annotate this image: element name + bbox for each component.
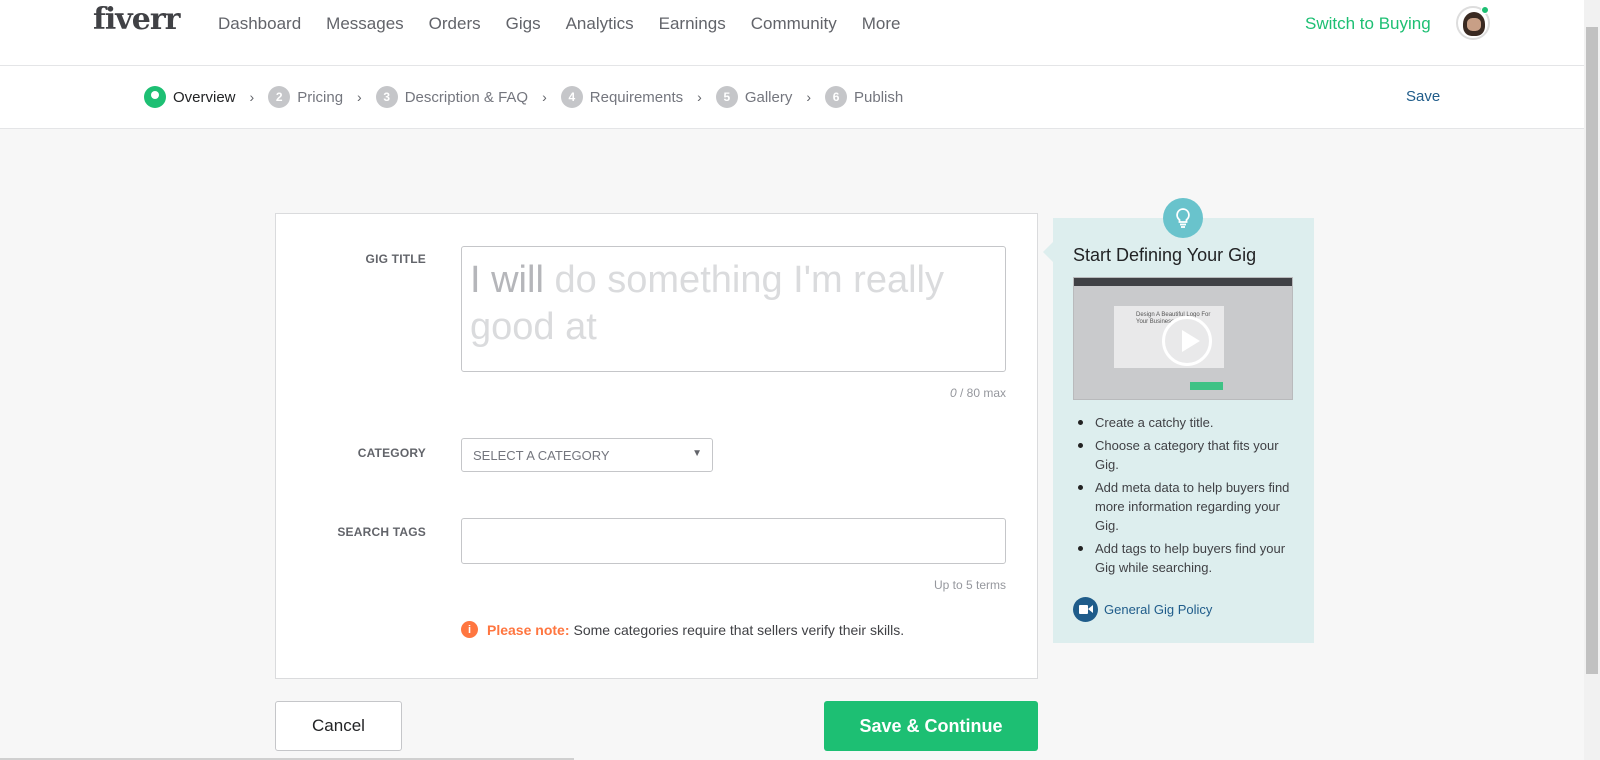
gig-title-textarea[interactable]: I will do something I'm really good at [461, 246, 1006, 372]
gig-title-placeholder-prefix: I will [470, 259, 544, 301]
gig-steps-bar: Overview › 2 Pricing › 3 Description & F… [0, 66, 1584, 129]
dropdown-arrow-icon: ▼ [692, 448, 702, 459]
step-publish[interactable]: 6 Publish [825, 86, 903, 108]
save-link[interactable]: Save [1406, 88, 1440, 105]
gig-policy-label: General Gig Policy [1104, 602, 1213, 617]
tip-item: Add meta data to help buyers find more i… [1075, 478, 1305, 535]
step-requirements[interactable]: 4 Requirements [560, 86, 684, 108]
online-status-dot [1481, 6, 1489, 14]
step-description-faq[interactable]: 3 Description & FAQ [375, 86, 529, 108]
avatar-face [1467, 18, 1481, 31]
step-number: 5 [715, 86, 738, 108]
step-number: 4 [560, 86, 583, 108]
tip-item: Add tags to help buyers find your Gig wh… [1075, 539, 1305, 577]
nav-gigs[interactable]: Gigs [506, 14, 541, 34]
step-label: Gallery [744, 88, 793, 106]
fiverr-logo[interactable]: fiverr [93, 2, 180, 37]
gig-overview-form: GIG TITLE I will do something I'm really… [275, 213, 1038, 679]
nav-more[interactable]: More [862, 14, 901, 34]
save-continue-button[interactable]: Save & Continue [824, 701, 1038, 751]
category-select[interactable]: SELECT A CATEGORY ▼ [461, 438, 713, 472]
lightbulb-svg [1176, 208, 1190, 228]
note-text: Some categories require that sellers ver… [573, 621, 905, 638]
step-label: Overview [173, 88, 236, 106]
step-pricing[interactable]: 2 Pricing [268, 86, 343, 108]
note-heading: Please note: [487, 621, 570, 638]
scrollbar-thumb[interactable] [1586, 27, 1598, 674]
side-panel-notch [1043, 242, 1053, 262]
nav-dashboard[interactable]: Dashboard [218, 14, 301, 34]
step-overview[interactable]: Overview [144, 86, 236, 108]
step-number: 3 [375, 86, 398, 108]
cancel-button[interactable]: Cancel [275, 701, 402, 751]
play-icon[interactable] [1162, 316, 1212, 366]
nav-earnings[interactable]: Earnings [659, 14, 726, 34]
search-tags-label: SEARCH TAGS [337, 525, 426, 539]
step-gallery[interactable]: 5 Gallery [715, 86, 793, 108]
tags-hint: Up to 5 terms [933, 578, 1006, 592]
tip-item: Create a catchy title. [1075, 413, 1305, 432]
search-tags-input[interactable] [461, 518, 1006, 564]
char-count: 0 [949, 386, 957, 400]
video-thumb-button [1190, 382, 1223, 390]
char-max: / 80 max [956, 386, 1006, 400]
please-note-message: i Please note: Some categories require t… [461, 621, 904, 638]
category-select-value: SELECT A CATEGORY [473, 448, 610, 463]
nav-orders[interactable]: Orders [429, 14, 481, 34]
top-nav: fiverr Dashboard Messages Orders Gigs An… [0, 0, 1584, 66]
info-icon: i [461, 621, 478, 638]
chevron-right-icon: › [806, 89, 812, 105]
tutorial-video-thumbnail[interactable]: Design A Beautiful Logo For Your Busines… [1073, 277, 1293, 400]
chevron-right-icon: › [542, 89, 547, 105]
step-label: Description & FAQ [404, 88, 529, 106]
help-panel-title: Start Defining Your Gig [1073, 245, 1257, 265]
step-label: Pricing [297, 88, 344, 106]
step-number: 6 [825, 86, 848, 108]
chevron-right-icon: › [357, 89, 362, 105]
tip-item: Choose a category that fits your Gig. [1075, 436, 1305, 474]
location-pin-icon [144, 86, 166, 108]
category-label: CATEGORY [357, 446, 426, 460]
lightbulb-icon [1163, 198, 1203, 238]
video-camera-icon [1073, 597, 1098, 622]
gig-title-label: GIG TITLE [365, 252, 426, 266]
nav-analytics[interactable]: Analytics [566, 14, 634, 34]
char-counter: 0 / 80 max [856, 386, 1006, 400]
gig-policy-link[interactable]: General Gig Policy [1073, 597, 1212, 622]
step-label: Publish [854, 88, 904, 106]
step-number: 2 [268, 86, 291, 108]
main-nav: Dashboard Messages Orders Gigs Analytics… [218, 14, 925, 34]
steps-nav: Overview › 2 Pricing › 3 Description & F… [144, 86, 903, 108]
nav-messages[interactable]: Messages [326, 14, 403, 34]
chevron-right-icon: › [697, 89, 702, 105]
tips-list: Create a catchy title. Choose a category… [1075, 413, 1305, 581]
switch-to-buying-link[interactable]: Switch to Buying [1305, 14, 1431, 34]
nav-community[interactable]: Community [751, 14, 837, 34]
step-label: Requirements [589, 88, 684, 106]
chevron-right-icon: › [249, 89, 255, 105]
video-thumb-topbar [1074, 278, 1292, 286]
